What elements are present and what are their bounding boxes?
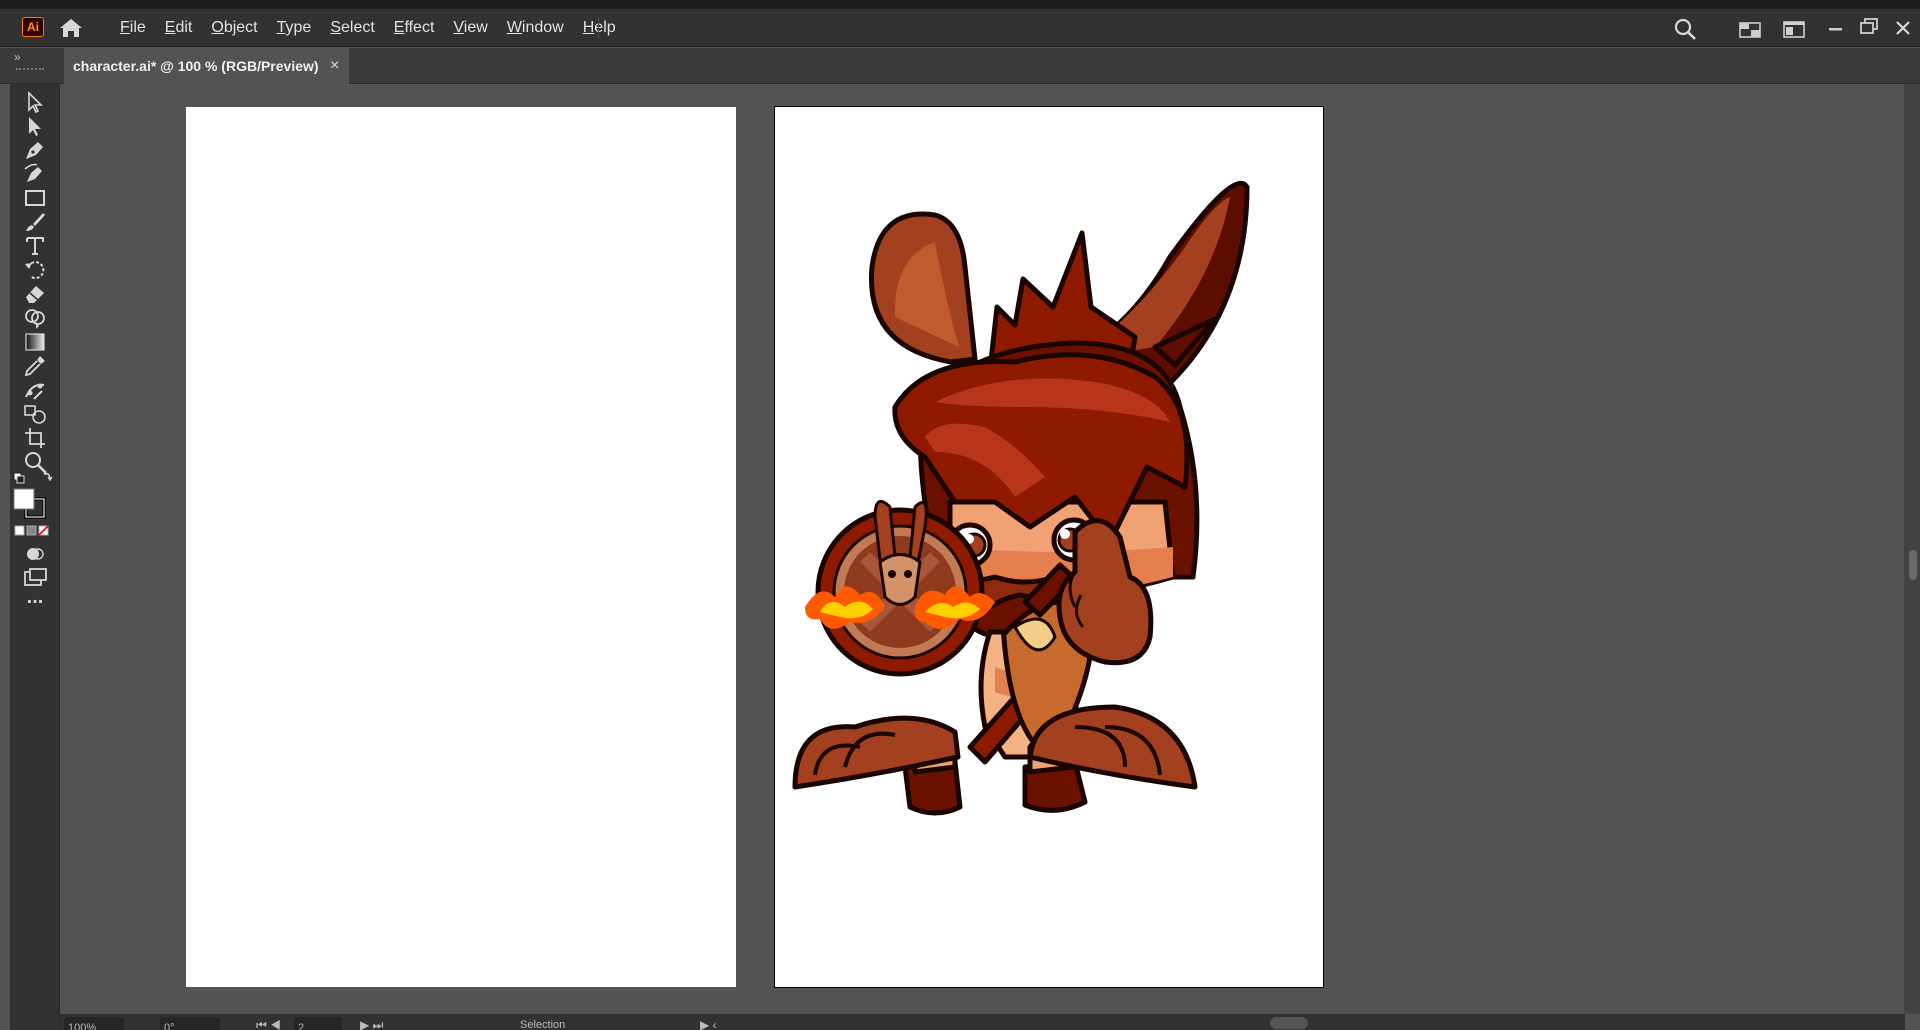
status-menu-icon[interactable]: ▶ ‹ (700, 1014, 730, 1030)
menu-window[interactable]: Window (507, 19, 564, 37)
illustrator-window: Ai File Edit Object Type Select Effect V… (0, 0, 1920, 1030)
rectangle-tool-icon[interactable] (22, 185, 48, 211)
panel-grip-icon[interactable] (16, 68, 44, 70)
selection-tool-icon[interactable] (22, 89, 48, 115)
menu-type[interactable]: Type (277, 19, 312, 37)
current-tool-label: Selection (520, 1019, 566, 1030)
document-tab-bar: » character.ai* @ 100 % (RGB/Preview) × (0, 48, 1920, 84)
menu-items: File Edit Object Type Select Effect View… (120, 9, 635, 47)
type-tool-icon[interactable] (22, 233, 48, 259)
first-artboard-icon[interactable]: ⏮ ◀ (256, 1014, 286, 1030)
zoom-field[interactable]: 100% (64, 1017, 124, 1030)
search-icon[interactable] (1673, 17, 1697, 41)
home-icon[interactable] (58, 17, 84, 39)
close-icon[interactable] (1892, 17, 1914, 39)
menu-view[interactable]: View (453, 19, 487, 37)
menu-select[interactable]: Select (330, 19, 374, 37)
default-colors-swap-icon[interactable] (12, 467, 60, 487)
workspace-switcher-icon[interactable] (1782, 19, 1806, 39)
minimize-icon[interactable] (1826, 19, 1846, 39)
artboard-tool-icon[interactable] (22, 425, 48, 451)
restore-icon[interactable] (1858, 17, 1880, 37)
menu-divider (598, 17, 599, 39)
puppet-warp-tool-icon[interactable] (22, 377, 48, 403)
eraser-tool-icon[interactable] (22, 281, 48, 307)
menu-bar: Ai File Edit Object Type Select Effect V… (0, 9, 1920, 47)
tools-panel: ... (10, 84, 60, 1030)
shape-builder-tool-icon[interactable] (22, 305, 48, 331)
tab-close-button[interactable]: × (330, 48, 339, 84)
vertical-scrollbar-thumb[interactable] (1909, 550, 1917, 580)
last-artboard-icon[interactable]: ▶ ⏭ (360, 1014, 390, 1030)
app-logo: Ai (22, 17, 44, 37)
paintbrush-tool-icon[interactable] (22, 209, 48, 235)
status-bar: 100% 0° ⏮ ◀ 2 ▶ ⏭ Selection ▶ ‹ (60, 1014, 1905, 1030)
arrange-documents-icon[interactable] (1738, 19, 1762, 39)
curvature-tool-icon[interactable] (22, 161, 48, 187)
title-strip (0, 0, 1920, 9)
menu-object[interactable]: Object (211, 19, 257, 37)
rotate-tool-icon[interactable] (22, 257, 48, 283)
menu-help[interactable]: Help (583, 19, 616, 37)
document-tab[interactable]: character.ai* @ 100 % (RGB/Preview) × (64, 48, 349, 84)
character-artwork[interactable] (775, 107, 1324, 988)
fill-stroke-swatch-icon[interactable] (12, 487, 52, 521)
eyedropper-tool-icon[interactable] (22, 353, 48, 379)
artboard-number-field[interactable]: 2 (294, 1017, 342, 1030)
menu-file[interactable]: File (120, 19, 146, 37)
color-mode-icons[interactable] (14, 524, 50, 538)
direct-selection-tool-icon[interactable] (22, 113, 48, 139)
drawing-mode-icon[interactable] (22, 541, 48, 567)
vertical-scrollbar[interactable] (1904, 84, 1920, 1014)
artboard-2[interactable] (774, 106, 1324, 988)
gradient-tool-icon[interactable] (22, 329, 48, 355)
menu-edit[interactable]: Edit (165, 19, 193, 37)
pen-tool-icon[interactable] (22, 137, 48, 163)
edit-toolbar-button[interactable]: ... (22, 587, 48, 616)
artboard-1[interactable] (186, 107, 736, 987)
blend-tool-icon[interactable] (22, 401, 48, 427)
rotation-field[interactable]: 0° (160, 1017, 220, 1030)
document-tab-title: character.ai* @ 100 % (RGB/Preview) (73, 58, 319, 74)
menu-effect[interactable]: Effect (394, 19, 435, 37)
collapse-panels-icon[interactable]: » (14, 50, 21, 64)
horizontal-scrollbar-thumb[interactable] (1270, 1017, 1308, 1029)
